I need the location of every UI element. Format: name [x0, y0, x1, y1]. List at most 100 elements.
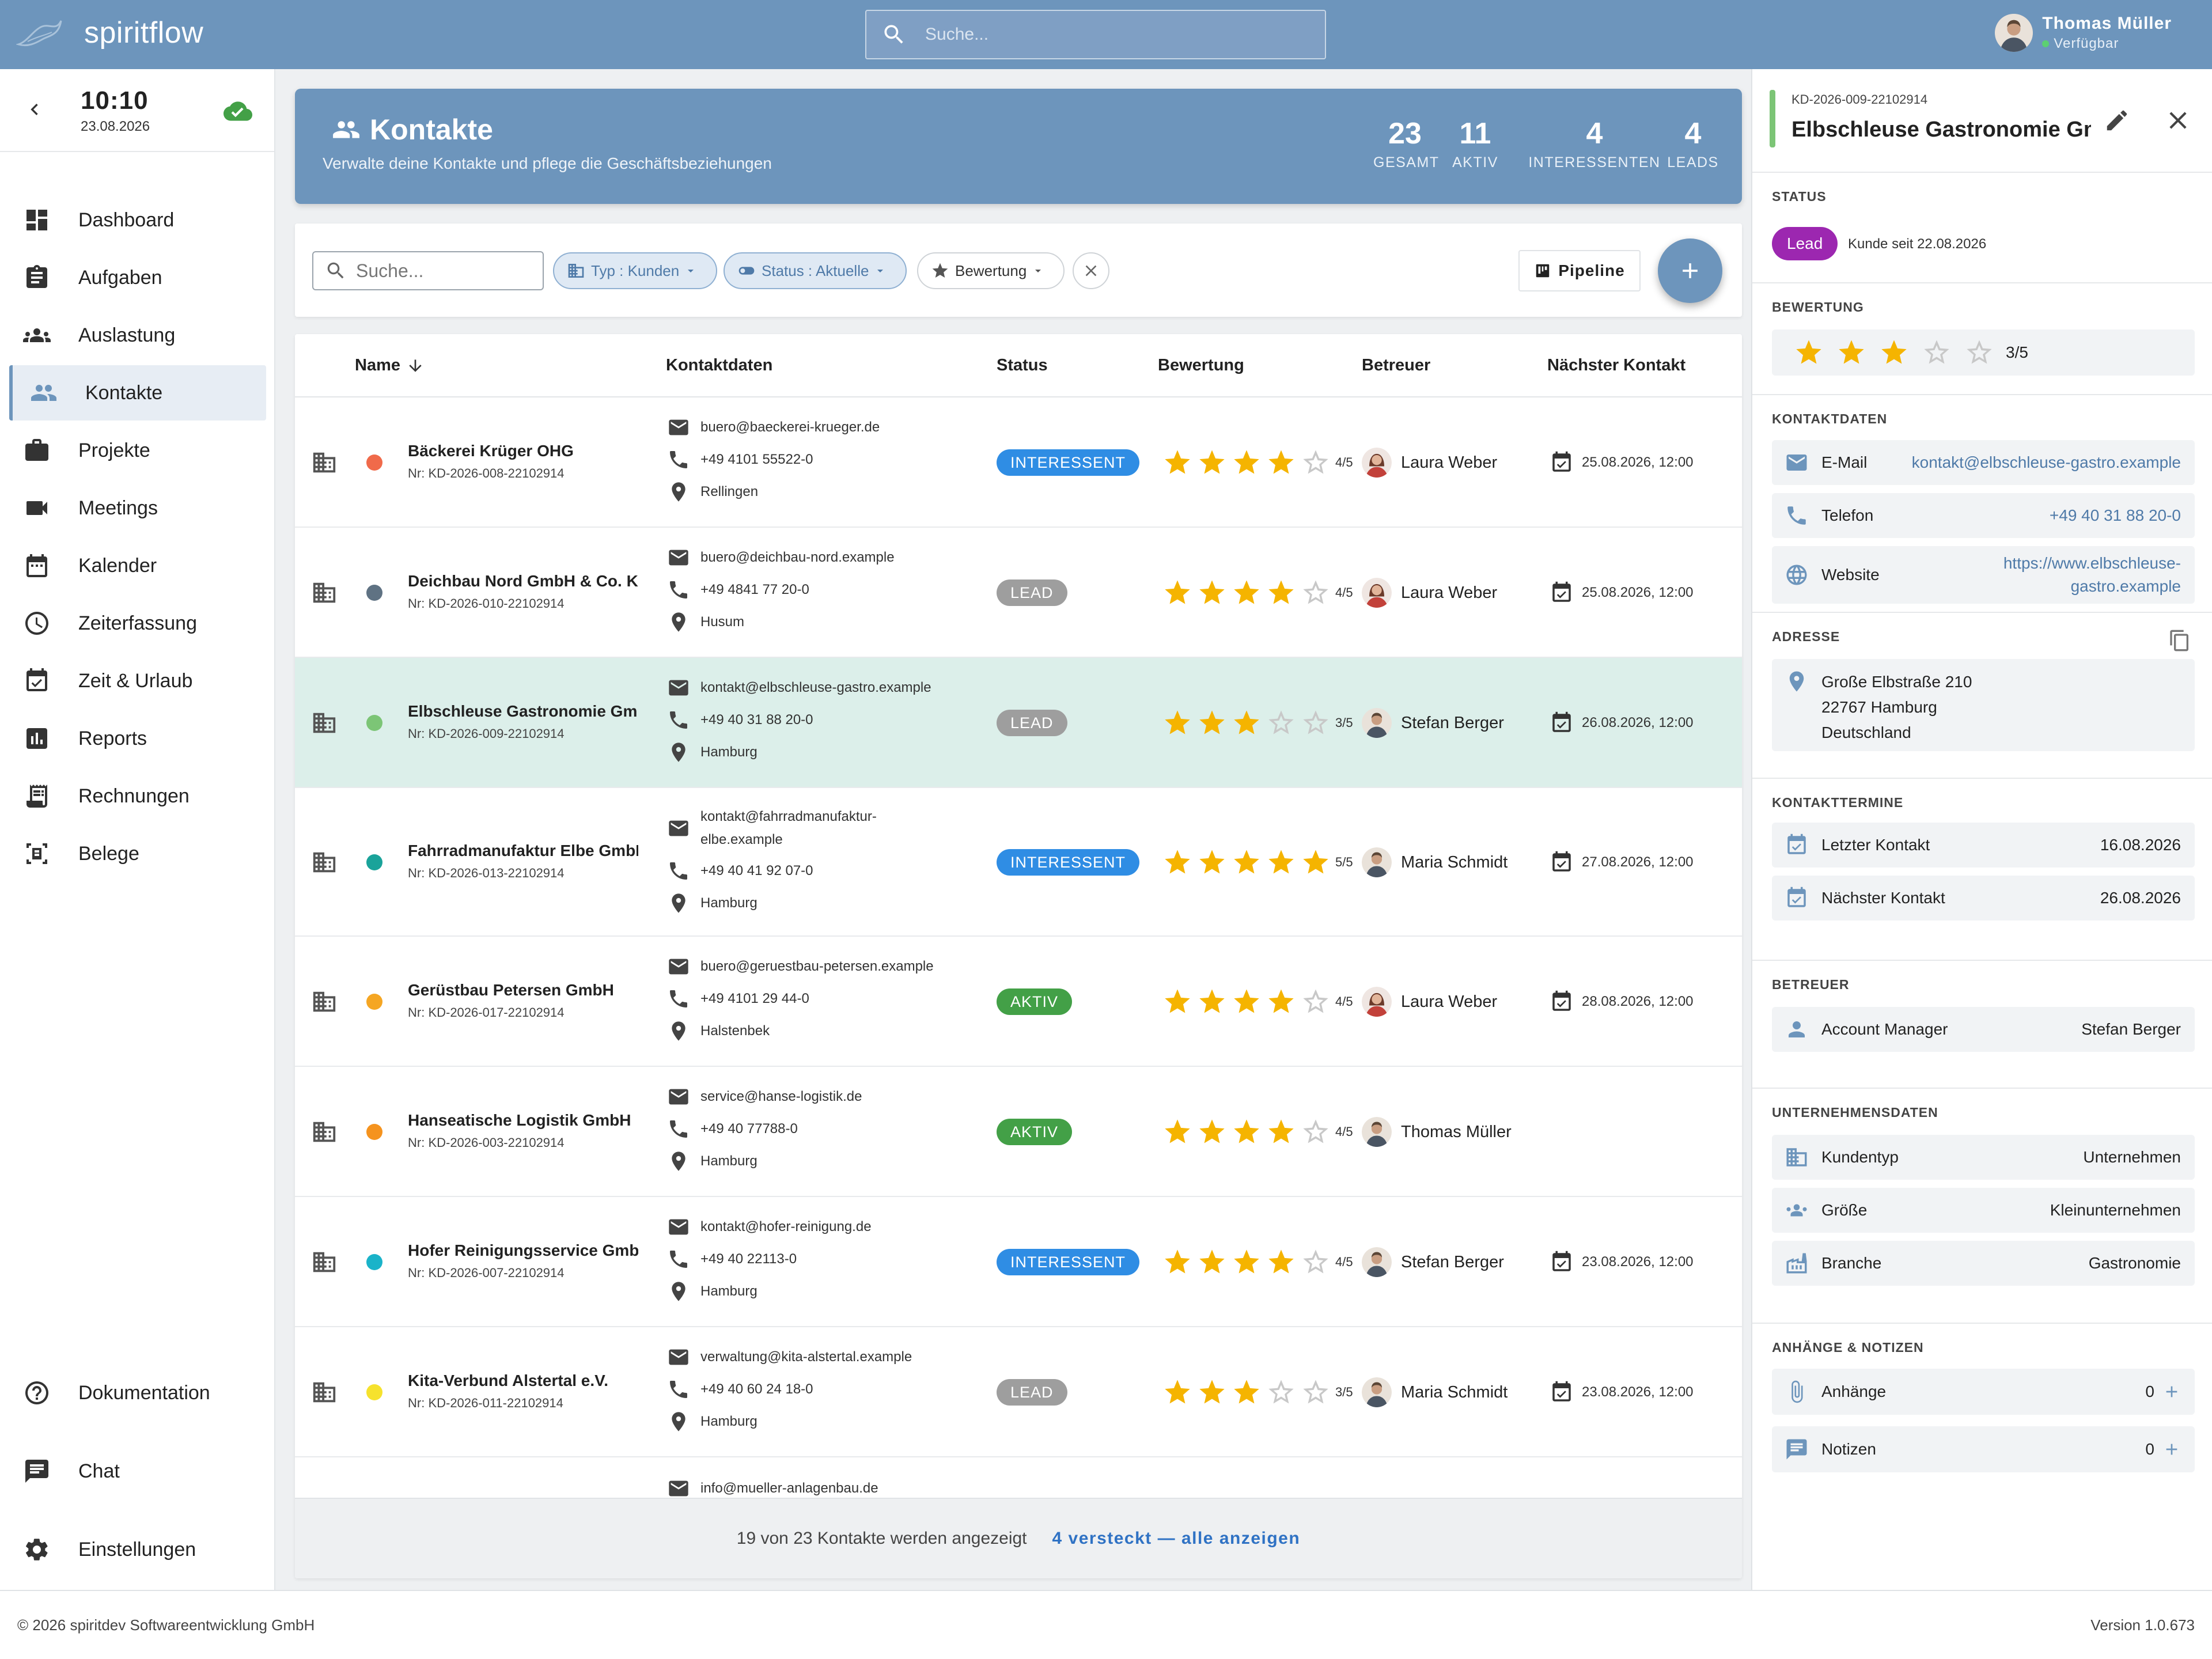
sidebar-item-dashboard[interactable]: Dashboard — [9, 192, 266, 248]
contact-email[interactable]: buero@deichbau-nord.example — [667, 546, 895, 569]
collapse-sidebar-icon[interactable] — [23, 98, 46, 121]
contact-name[interactable]: Bäckerei Krüger OHG — [408, 442, 638, 460]
sidebar-item-projekte[interactable]: Projekte — [9, 423, 266, 478]
contact-phone[interactable]: +49 4101 55522-0 — [667, 448, 813, 471]
filter-rating-chip[interactable]: Bewertung — [917, 252, 1065, 289]
global-search-input[interactable]: Suche... — [865, 10, 1326, 59]
sidebar-item-meetings[interactable]: Meetings — [9, 480, 266, 536]
column-header-naechster-kontakt[interactable]: Nächster Kontakt — [1547, 356, 1685, 375]
website-link[interactable]: https://www.elbschleuse-gastro.example — [2003, 552, 2181, 598]
sidebar-item-dokumentation[interactable]: Dokumentation — [9, 1365, 266, 1421]
phone-link[interactable]: +49 40 31 88 20-0 — [2050, 506, 2181, 525]
contact-phone[interactable]: +49 40 31 88 20-0 — [667, 709, 813, 732]
edit-icon[interactable] — [2104, 107, 2130, 134]
add-note-icon[interactable] — [2162, 1440, 2181, 1459]
table-row[interactable]: Fahrradmanufaktur Elbe GmbH Nr: KD-2026-0… — [295, 788, 1742, 937]
contact-search-input[interactable]: Suche... — [312, 251, 544, 290]
sidebar-item-belege[interactable]: Belege — [9, 826, 266, 881]
sidebar-item-chat[interactable]: Chat — [9, 1444, 266, 1499]
contact-email[interactable]: buero@geruestbau-petersen.example — [667, 955, 934, 978]
contact-email[interactable]: info@mueller-anlagenbau.de — [667, 1477, 878, 1500]
sidebar-item-kontakte[interactable]: Kontakte — [9, 365, 266, 421]
table-row[interactable]: Deichbau Nord GmbH & Co. KG Nr: KD-2026-0… — [295, 528, 1742, 658]
next-contact[interactable]: 25.08.2026, 12:00 — [1550, 581, 1694, 605]
status-badge[interactable]: LEAD — [997, 710, 1067, 736]
contact-email[interactable]: service@hanse-logistik.de — [667, 1085, 862, 1108]
owner[interactable]: Laura Weber — [1362, 987, 1497, 1017]
contact-name[interactable]: Deichbau Nord GmbH & Co. KG — [408, 572, 638, 590]
sort-down-icon[interactable] — [406, 357, 425, 375]
rating-stars[interactable]: 4/5 — [1158, 987, 1353, 1017]
table-row[interactable]: Bäckerei Krüger OHG Nr: KD-2026-008-22102… — [295, 397, 1742, 528]
owner[interactable]: Stefan Berger — [1362, 1247, 1504, 1277]
sidebar-item-rechnungen[interactable]: Rechnungen — [9, 768, 266, 824]
rating-stars[interactable]: 3/5 — [1158, 1377, 1353, 1407]
next-contact[interactable]: 27.08.2026, 12:00 — [1550, 850, 1694, 874]
status-badge[interactable]: INTERESSENT — [997, 449, 1140, 476]
star-filled-icon[interactable] — [1794, 338, 1824, 368]
status-badge[interactable]: INTERESSENT — [997, 849, 1140, 876]
contact-phone[interactable]: +49 4841 77 20-0 — [667, 578, 809, 601]
rating-stars[interactable]: 4/5 — [1158, 448, 1353, 478]
contact-name[interactable]: Gerüstbau Petersen GmbH — [408, 981, 638, 999]
sidebar-item-aufgaben[interactable]: Aufgaben — [9, 250, 266, 305]
table-row[interactable]: Hofer Reinigungsservice GmbH Nr: KD-2026-… — [295, 1197, 1742, 1327]
contact-email[interactable]: buero@baeckerei-krueger.de — [667, 416, 880, 439]
owner[interactable]: Maria Schmidt — [1362, 1377, 1508, 1407]
rating-stars[interactable] — [1781, 338, 1994, 368]
column-header-bewertung[interactable]: Bewertung — [1158, 356, 1244, 375]
phone-field[interactable]: Telefon +49 40 31 88 20-0 — [1772, 493, 2195, 538]
next-contact-field[interactable]: Nächster Kontakt 26.08.2026 — [1772, 876, 2195, 921]
filter-status-chip[interactable]: Status : Aktuelle — [724, 252, 907, 289]
status-badge[interactable]: LEAD — [997, 579, 1067, 606]
status-badge[interactable]: INTERESSENT — [997, 1249, 1140, 1275]
rating-stars[interactable]: 3/5 — [1158, 708, 1353, 738]
status-badge[interactable]: AKTIV — [997, 988, 1073, 1015]
website-field[interactable]: Website https://www.elbschleuse-gastro.e… — [1772, 546, 2195, 604]
next-contact[interactable]: 26.08.2026, 12:00 — [1550, 711, 1694, 735]
sidebar-item-kalender[interactable]: Kalender — [9, 538, 266, 593]
next-contact[interactable]: 25.08.2026, 12:00 — [1550, 450, 1694, 475]
column-header-betreuer[interactable]: Betreuer — [1362, 356, 1430, 375]
address-field[interactable]: Große Elbstraße 210 22767 Hamburg Deutsc… — [1772, 659, 2195, 751]
contact-phone[interactable]: +49 40 41 92 07-0 — [667, 859, 813, 882]
contact-email[interactable]: verwaltung@kita-alstertal.example — [667, 1346, 912, 1369]
add-contact-button[interactable] — [1658, 238, 1722, 303]
contact-phone[interactable]: +49 40 60 24 18-0 — [667, 1378, 813, 1401]
contact-name[interactable]: Hanseatische Logistik GmbH — [408, 1111, 638, 1130]
app-logo[interactable]: spiritflow — [16, 13, 203, 53]
clear-filters-button[interactable] — [1073, 252, 1109, 289]
star-empty-icon[interactable] — [1964, 338, 1994, 368]
star-empty-icon[interactable] — [1922, 338, 1952, 368]
rating-stars[interactable]: 4/5 — [1158, 1247, 1353, 1277]
table-row[interactable]: Hanseatische Logistik GmbH Nr: KD-2026-00… — [295, 1067, 1742, 1197]
rating-field[interactable]: 3/5 — [1772, 329, 2195, 376]
contact-email[interactable]: kontakt@fahrradmanufaktur-elbe.example — [667, 805, 931, 851]
user-menu[interactable]: Thomas Müller Verfügbar — [1995, 14, 2172, 52]
contact-name[interactable]: Hofer Reinigungsservice GmbH — [408, 1241, 638, 1260]
next-contact[interactable]: 23.08.2026, 12:00 — [1550, 1250, 1694, 1274]
column-header-status[interactable]: Status — [997, 356, 1048, 375]
sidebar-item-einstellungen[interactable]: Einstellungen — [9, 1522, 266, 1577]
owner[interactable]: Maria Schmidt — [1362, 847, 1508, 877]
account-manager-field[interactable]: Account Manager Stefan Berger — [1772, 1007, 2195, 1052]
owner[interactable]: Stefan Berger — [1362, 708, 1504, 738]
contact-email[interactable]: kontakt@hofer-reinigung.de — [667, 1215, 872, 1238]
email-link[interactable]: kontakt@elbschleuse-gastro.example — [1912, 453, 2181, 472]
column-header-name[interactable]: Name — [355, 356, 425, 375]
table-row[interactable]: Gerüstbau Petersen GmbH Nr: KD-2026-017-2… — [295, 937, 1742, 1067]
email-field[interactable]: E-Mail kontakt@elbschleuse-gastro.exampl… — [1772, 440, 2195, 485]
notes-field[interactable]: Notizen 0 — [1772, 1426, 2195, 1472]
contact-phone[interactable]: +49 40 22113-0 — [667, 1248, 797, 1271]
attachments-field[interactable]: Anhänge 0 — [1772, 1369, 2195, 1415]
filter-type-chip[interactable]: Typ : Kunden — [553, 252, 718, 289]
contact-name[interactable]: Kita-Verbund Alstertal e.V. — [408, 1372, 638, 1390]
owner[interactable]: Thomas Müller — [1362, 1117, 1512, 1147]
rating-stars[interactable]: 4/5 — [1158, 578, 1353, 608]
owner[interactable]: Laura Weber — [1362, 578, 1497, 608]
copy-icon[interactable] — [2168, 629, 2191, 652]
contact-email[interactable]: kontakt@elbschleuse-gastro.example — [667, 676, 931, 699]
sidebar-item-zeit-urlaub[interactable]: Zeit & Urlaub — [9, 653, 266, 709]
contact-name[interactable]: Elbschleuse Gastronomie GmbH — [408, 702, 638, 721]
status-badge[interactable]: LEAD — [997, 1379, 1067, 1406]
